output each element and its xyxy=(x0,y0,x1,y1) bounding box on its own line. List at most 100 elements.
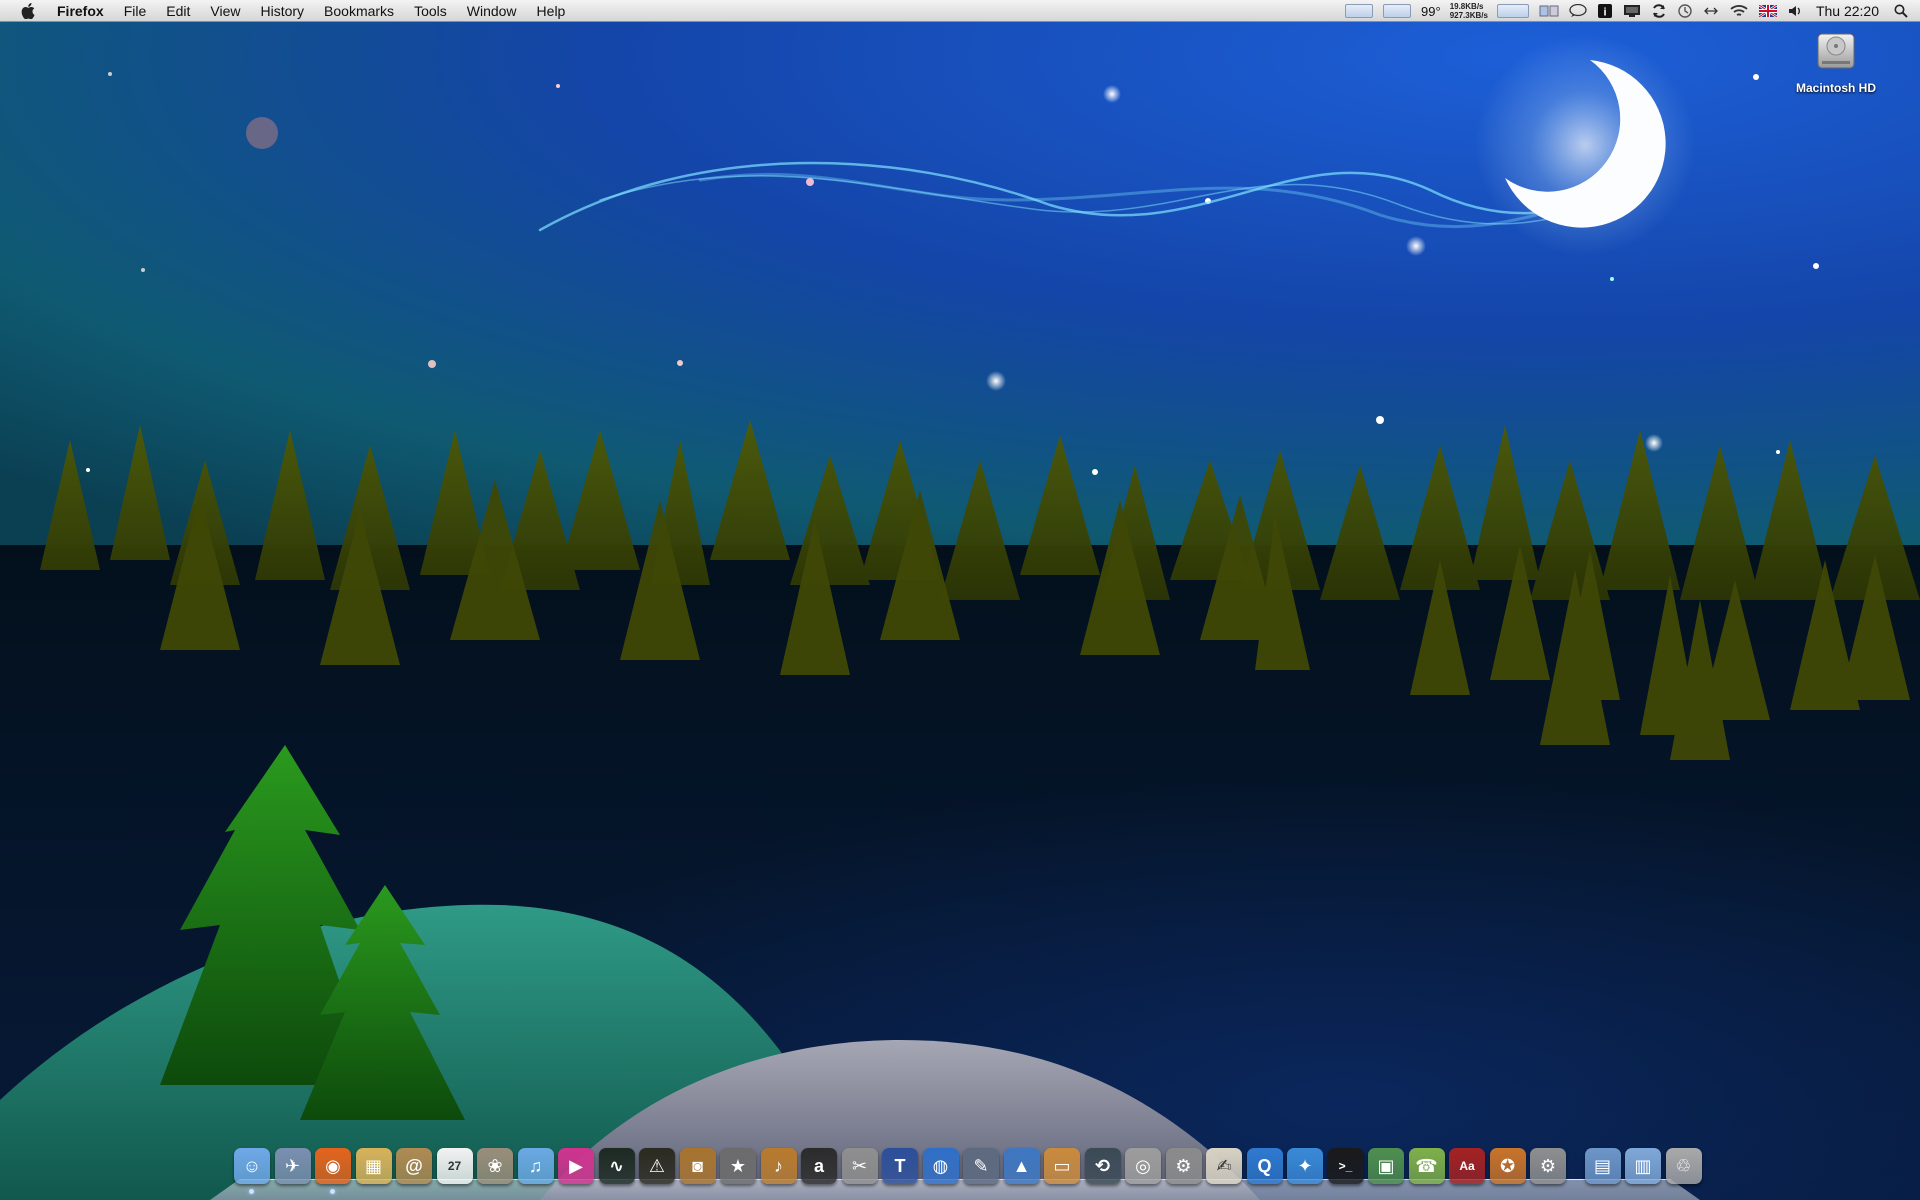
disk-utility-icon[interactable]: ◎ xyxy=(1125,1148,1161,1184)
dictionary-icon[interactable]: Aa xyxy=(1449,1148,1485,1184)
desktop-icon-label: Macintosh HD xyxy=(1795,81,1876,95)
garageband-icon[interactable]: ♪ xyxy=(760,1148,797,1184)
dock-icon-glyph: ✂ xyxy=(851,1155,868,1176)
network-graph-icon[interactable] xyxy=(1492,0,1534,22)
wifi-icon[interactable] xyxy=(1724,0,1754,22)
svg-text:i: i xyxy=(1603,7,1606,19)
system-profiler-icon[interactable]: ⚙ xyxy=(1165,1148,1202,1184)
desktop-icon-macintosh-hd[interactable]: Macintosh HD xyxy=(1780,26,1892,95)
sync-icon[interactable] xyxy=(1646,0,1672,22)
dock-icon-glyph: ✎ xyxy=(973,1155,989,1176)
activity-monitor-icon[interactable]: ∿ xyxy=(598,1148,635,1184)
menu-bar: Firefox File Edit View History Bookmarks… xyxy=(0,0,1920,22)
menu-clock[interactable]: Thu 22:20 xyxy=(1808,0,1889,22)
temperature-readout[interactable]: 99° xyxy=(1416,0,1446,22)
dock-icon-glyph: ◙ xyxy=(692,1155,703,1176)
safari-icon[interactable]: ✦ xyxy=(1287,1148,1323,1184)
ical-icon[interactable]: 27 xyxy=(436,1148,473,1184)
trash-icon[interactable]: ♲ xyxy=(1665,1148,1702,1184)
memory-meter-icon[interactable] xyxy=(1378,0,1416,22)
dock-icon-glyph: ⚠ xyxy=(648,1155,666,1176)
textedit-icon[interactable]: ✍ xyxy=(1206,1148,1242,1184)
chat-bubble-icon[interactable] xyxy=(1564,0,1592,22)
dock-icon-glyph: 27 xyxy=(447,1159,462,1173)
status-menus: 99° 19.8KB/s 927.3KB/s i Thu 22:20 xyxy=(1340,0,1920,22)
dock-icon-glyph: a xyxy=(813,1155,824,1176)
dock-icon-glyph: ♫ xyxy=(528,1155,543,1176)
firefox-icon[interactable]: ◉ xyxy=(315,1148,351,1194)
running-indicator xyxy=(249,1189,254,1194)
front-row-icon[interactable]: ✪ xyxy=(1489,1148,1526,1184)
dock-icon-glyph: ▣ xyxy=(1377,1155,1395,1176)
menu-tools[interactable]: Tools xyxy=(404,0,457,22)
dock-icon-glyph: T xyxy=(894,1155,906,1176)
dock-icon-glyph: ✍ xyxy=(1216,1155,1232,1176)
dock-icon-glyph: ☺ xyxy=(242,1155,262,1176)
menu-edit[interactable]: Edit xyxy=(156,0,200,22)
final-cut-icon[interactable]: ✂ xyxy=(841,1148,878,1184)
dock-icon-glyph: ⟲ xyxy=(1094,1155,1111,1176)
menu-bookmarks[interactable]: Bookmarks xyxy=(314,0,404,22)
amazon-icon[interactable]: a xyxy=(801,1148,837,1184)
menu-help[interactable]: Help xyxy=(527,0,576,22)
menu-app-name[interactable]: Firefox xyxy=(53,0,114,22)
preview-icon[interactable]: ▦ xyxy=(355,1148,392,1184)
dock-icon-glyph: ⚙ xyxy=(1175,1155,1192,1176)
network-upload-speed: 19.8KB/s xyxy=(1449,2,1484,11)
image-capture-icon[interactable]: ◙ xyxy=(679,1148,716,1184)
finder-icon[interactable]: ☺ xyxy=(234,1148,270,1194)
applications-stack-icon[interactable]: ▤ xyxy=(1584,1148,1621,1184)
menu-view[interactable]: View xyxy=(200,0,250,22)
google-earth-icon[interactable]: ◍ xyxy=(922,1148,959,1184)
dock-icon-glyph: @ xyxy=(405,1155,423,1176)
dock-icon-glyph: ◉ xyxy=(325,1155,341,1176)
quicktime-icon[interactable]: Q xyxy=(1246,1148,1283,1184)
dock-icon-glyph: ✈ xyxy=(284,1155,301,1176)
dock-icon-glyph: ◍ xyxy=(932,1155,949,1176)
dock-icon-glyph: ◎ xyxy=(1135,1155,1151,1176)
network-download-speed: 927.3KB/s xyxy=(1449,11,1488,20)
dock-icon-glyph: ▶ xyxy=(569,1155,583,1176)
cpu-meter-icon[interactable] xyxy=(1340,0,1378,22)
itunes-icon[interactable]: ♫ xyxy=(517,1148,554,1184)
dock-icon-glyph: ▤ xyxy=(1593,1155,1611,1176)
time-machine-icon[interactable]: ⟲ xyxy=(1084,1148,1121,1184)
hard-drive-icon xyxy=(1817,33,1855,69)
disk-activity-icon[interactable] xyxy=(1534,0,1564,22)
ichat-icon[interactable]: ☎ xyxy=(1408,1148,1445,1184)
uk-flag-input-icon[interactable] xyxy=(1754,0,1782,22)
imovie-icon[interactable]: ★ xyxy=(720,1148,756,1184)
dock-icon-glyph: ★ xyxy=(729,1155,747,1176)
time-machine-status-icon[interactable] xyxy=(1672,0,1698,22)
dock-icon-glyph: ▥ xyxy=(1634,1155,1652,1176)
bluetooth-icon[interactable] xyxy=(1698,0,1724,22)
console-icon[interactable]: ⚠ xyxy=(639,1148,675,1184)
apple-menu-icon[interactable] xyxy=(17,2,39,19)
network-speed[interactable]: 19.8KB/s 927.3KB/s xyxy=(1446,2,1492,20)
dock-icon-glyph: ⚙ xyxy=(1539,1155,1557,1176)
idvd-icon[interactable]: T xyxy=(882,1148,918,1184)
info-icon[interactable]: i xyxy=(1592,0,1618,22)
iphoto-icon[interactable]: ❀ xyxy=(477,1148,513,1184)
system-preferences-icon[interactable]: ⚙ xyxy=(1530,1148,1566,1184)
spotlight-search-icon[interactable] xyxy=(1889,0,1920,22)
script-editor-icon[interactable]: ✎ xyxy=(963,1148,999,1184)
volume-icon[interactable] xyxy=(1782,0,1808,22)
terminal-icon[interactable]: >_ xyxy=(1327,1148,1364,1184)
mail-icon[interactable]: ✈ xyxy=(274,1148,311,1184)
menu-history[interactable]: History xyxy=(250,0,314,22)
dock-icon-glyph: ✪ xyxy=(1499,1155,1516,1176)
menu-window[interactable]: Window xyxy=(457,0,527,22)
menu-file[interactable]: File xyxy=(114,0,157,22)
media-player-icon[interactable]: ▶ xyxy=(558,1148,594,1184)
screen-sharing-icon[interactable]: ▣ xyxy=(1368,1148,1404,1184)
dock-icon-glyph: ✦ xyxy=(1297,1155,1313,1176)
keynote-icon[interactable]: ▭ xyxy=(1044,1148,1080,1184)
dock-icon-glyph: ▲ xyxy=(1012,1155,1031,1176)
grapher-icon[interactable]: ▲ xyxy=(1003,1148,1040,1184)
display-icon[interactable] xyxy=(1618,0,1646,22)
documents-stack-icon[interactable]: ▥ xyxy=(1625,1148,1661,1184)
dock-separator xyxy=(1571,1148,1585,1184)
dock-icons: ☺ ✈ ◉ ▦ @27 ❀ ♫ ▶ ∿ ⚠ ◙ ★ ♪ a ✂ T ◍ ✎ ▲ ▭ ⟲ ◎ ⚙ ✍ Q ✦ >_ ▣ ☎ Aa ✪ ⚙ ▤ ▥ ♲ xyxy=(234,1148,1706,1194)
address-book-icon[interactable]: @ xyxy=(396,1148,432,1184)
